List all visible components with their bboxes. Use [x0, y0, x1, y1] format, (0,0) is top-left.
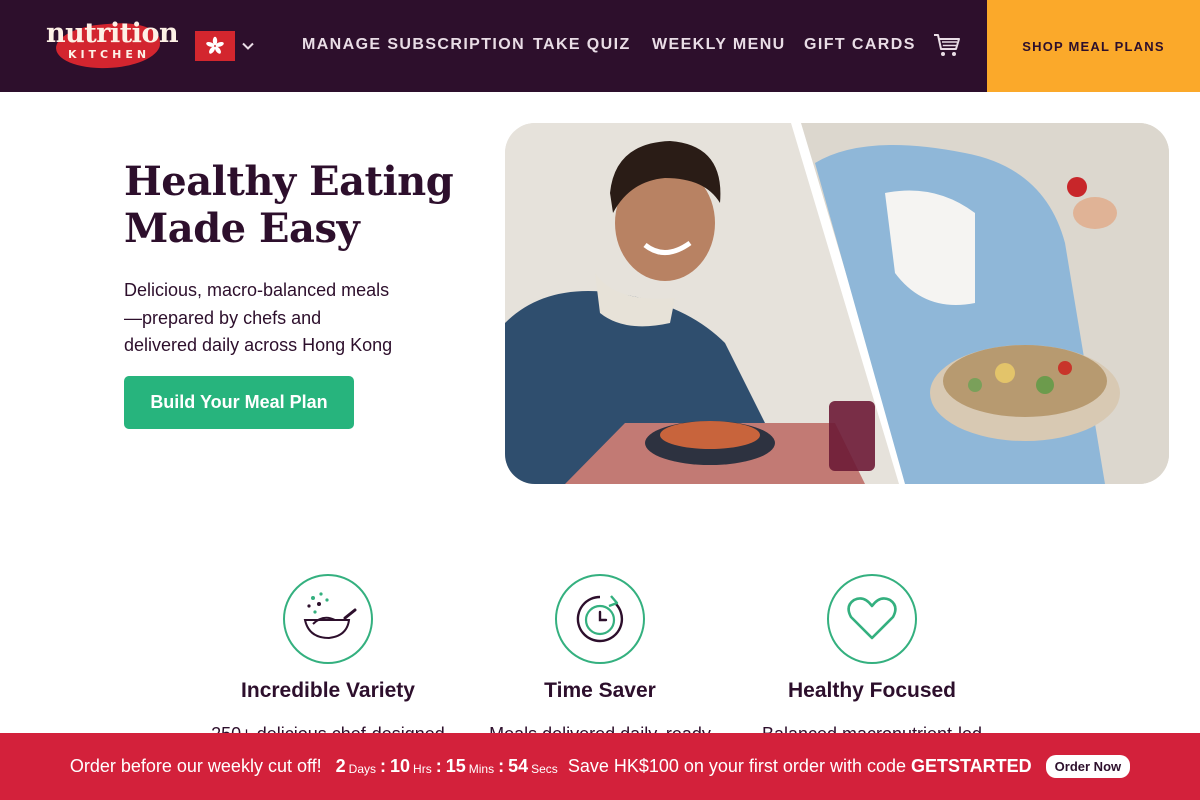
hero-subtitle-line: Delicious, macro-balanced meals — [124, 280, 390, 300]
promo-offer-text: Save HK$100 on your first order with cod… — [567, 756, 906, 776]
hero-title: Healthy Eating Made Easy — [124, 158, 464, 252]
countdown-separator: : — [498, 756, 505, 776]
countdown-hours-unit: Hrs — [413, 761, 432, 776]
feature-title: Healthy Focused — [787, 679, 957, 702]
order-now-button[interactable]: Order Now — [1045, 755, 1131, 778]
promo-row: Order before our weekly cut off! 2 Days … — [0, 733, 1200, 800]
feature-icon-ring — [827, 574, 917, 664]
promo-code: GETSTARTED — [911, 756, 1032, 776]
countdown-minutes: 15 — [445, 756, 466, 776]
promo-banner: Order before our weekly cut off! 2 Days … — [0, 733, 1200, 800]
countdown-seconds: 54 — [508, 756, 529, 776]
region-selector[interactable] — [195, 31, 261, 61]
countdown-separator: : — [380, 756, 387, 776]
nav-manage-subscription[interactable]: MANAGE SUBSCRIPTION — [302, 36, 525, 54]
feature-title: Time Saver — [544, 679, 656, 702]
shop-meal-plans-button[interactable]: SHOP MEAL PLANS — [987, 0, 1200, 92]
cart-icon[interactable] — [933, 32, 961, 58]
hero-title-line: Healthy Eating — [124, 158, 454, 205]
hero-image — [505, 123, 1169, 484]
countdown-seconds-unit: Secs — [531, 761, 558, 776]
hong-kong-flag-icon — [195, 31, 235, 61]
countdown-separator: : — [435, 756, 442, 776]
countdown-hours: 10 — [390, 756, 411, 776]
nav-gift-cards[interactable]: GIFT CARDS — [804, 36, 916, 54]
chevron-down-icon — [242, 42, 254, 50]
countdown-days: 2 — [335, 756, 346, 776]
hero-subtitle-line: delivered daily across Hong Kong — [124, 335, 393, 355]
logo-wordmark: nutrition — [46, 18, 179, 49]
nutrition-kitchen-logo[interactable]: nutrition KITCHEN — [46, 18, 179, 72]
feature-icon-ring — [555, 574, 645, 664]
nav-weekly-menu[interactable]: WEEKLY MENU — [652, 36, 786, 54]
build-meal-plan-button[interactable]: Build Your Meal Plan — [124, 376, 354, 429]
wok-icon — [303, 592, 357, 640]
heart-icon — [847, 597, 897, 640]
countdown-minutes-unit: Mins — [468, 761, 495, 776]
hero-subtitle-line: —prepared by chefs and — [124, 307, 322, 328]
timer-icon — [576, 595, 624, 643]
countdown-days-unit: Days — [348, 761, 377, 776]
feature-title: Incredible Variety — [241, 679, 415, 702]
nav-take-quiz[interactable]: TAKE QUIZ — [533, 36, 631, 54]
promo-lead-text: Order before our weekly cut off! — [69, 756, 322, 776]
top-navigation-bar: nutrition KITCHEN MANAGE SUBSCRIPTION TA… — [0, 0, 1200, 92]
feature-icon-ring — [283, 574, 373, 664]
logo-subword: KITCHEN — [67, 48, 151, 61]
hero-title-line: Made Easy — [124, 205, 360, 252]
hero-subtitle: Delicious, macro-balanced meals —prepare… — [124, 277, 404, 360]
